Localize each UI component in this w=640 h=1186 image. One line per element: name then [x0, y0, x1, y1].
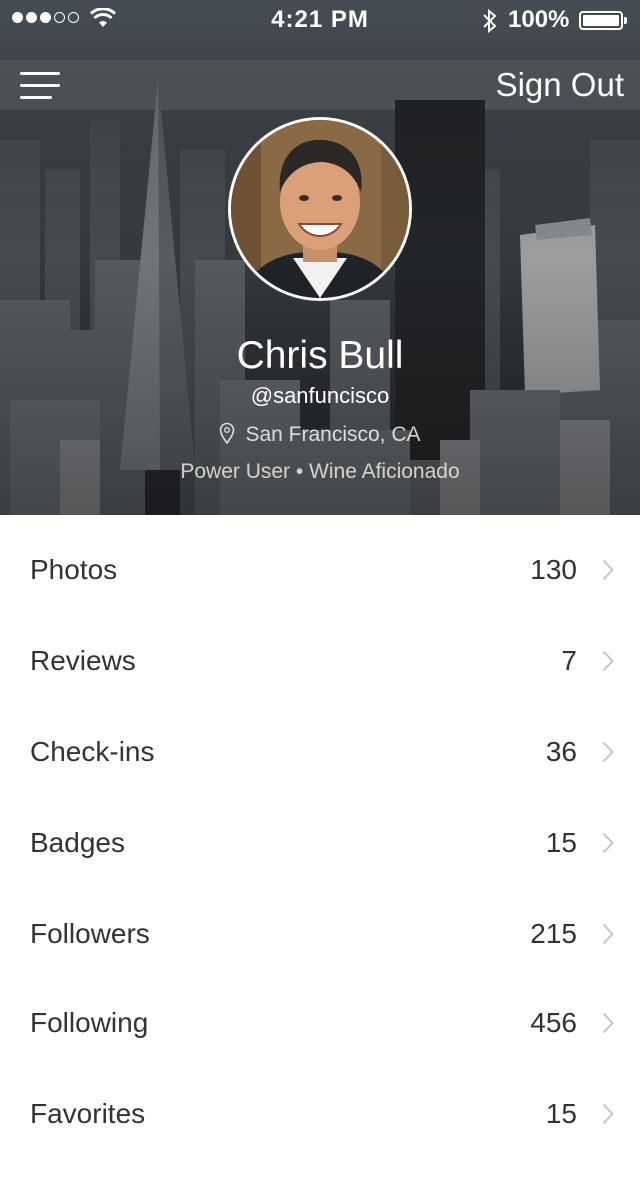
battery-icon [579, 11, 623, 30]
list-item-label: Reviews [30, 644, 136, 676]
list-item-label: Followers [30, 917, 150, 949]
profile-header: 4:21 PM 100% Sign Out Chris Bull @sanfun… [0, 0, 640, 515]
avatar[interactable] [228, 117, 412, 301]
list-item-favorites[interactable]: Favorites 15 [0, 1068, 640, 1159]
list-item-count: 36 [545, 735, 577, 767]
list-item-label: Badges [30, 826, 125, 858]
list-item-count: 215 [530, 917, 577, 949]
list-item-reviews[interactable]: Reviews 7 [0, 615, 640, 706]
list-item-label: Favorites [30, 1097, 146, 1129]
list-item-count: 130 [530, 553, 577, 585]
profile-tags: Power User • Wine Aficionado [180, 460, 460, 483]
list-item-label: Photos [30, 553, 118, 585]
list-item-badges[interactable]: Badges 15 [0, 797, 640, 888]
location-pin-icon [220, 422, 235, 444]
profile-name: Chris Bull [236, 334, 404, 377]
list-item-followers[interactable]: Followers 215 [0, 888, 640, 979]
profile-location: San Francisco, CA [0, 422, 640, 447]
list-item-check-ins[interactable]: Check-ins 36 [0, 706, 640, 797]
chevron-right-icon [602, 832, 614, 853]
chevron-right-icon [602, 1103, 614, 1124]
list-item-count: 7 [561, 644, 577, 676]
location-text: San Francisco, CA [245, 423, 421, 446]
list-item-count: 15 [545, 826, 577, 858]
profile-screen: 4:21 PM 100% Sign Out Chris Bull @sanfun… [0, 0, 640, 1186]
bluetooth-icon [483, 8, 497, 34]
list-item-label: Following [30, 1006, 149, 1038]
list-item-label: Check-ins [30, 735, 155, 767]
profile-handle: @sanfuncisco [250, 383, 390, 408]
chevron-right-icon [602, 1012, 614, 1033]
list-item-photos[interactable]: Photos 130 [0, 524, 640, 615]
chevron-right-icon [602, 559, 614, 580]
list-item-count: 15 [545, 1097, 577, 1129]
sign-out-button[interactable]: Sign Out [496, 66, 624, 104]
battery-percent: 100% [508, 6, 570, 33]
hamburger-menu-icon[interactable] [20, 70, 60, 102]
avatar-photo [231, 120, 409, 298]
list-item-count: 456 [530, 1006, 577, 1038]
chevron-right-icon [602, 741, 614, 762]
list-item-following[interactable]: Following 456 [0, 977, 640, 1068]
status-bar: 4:21 PM 100% [0, 0, 640, 40]
battery-tip [624, 17, 627, 24]
chevron-right-icon [602, 650, 614, 671]
chevron-right-icon [602, 923, 614, 944]
